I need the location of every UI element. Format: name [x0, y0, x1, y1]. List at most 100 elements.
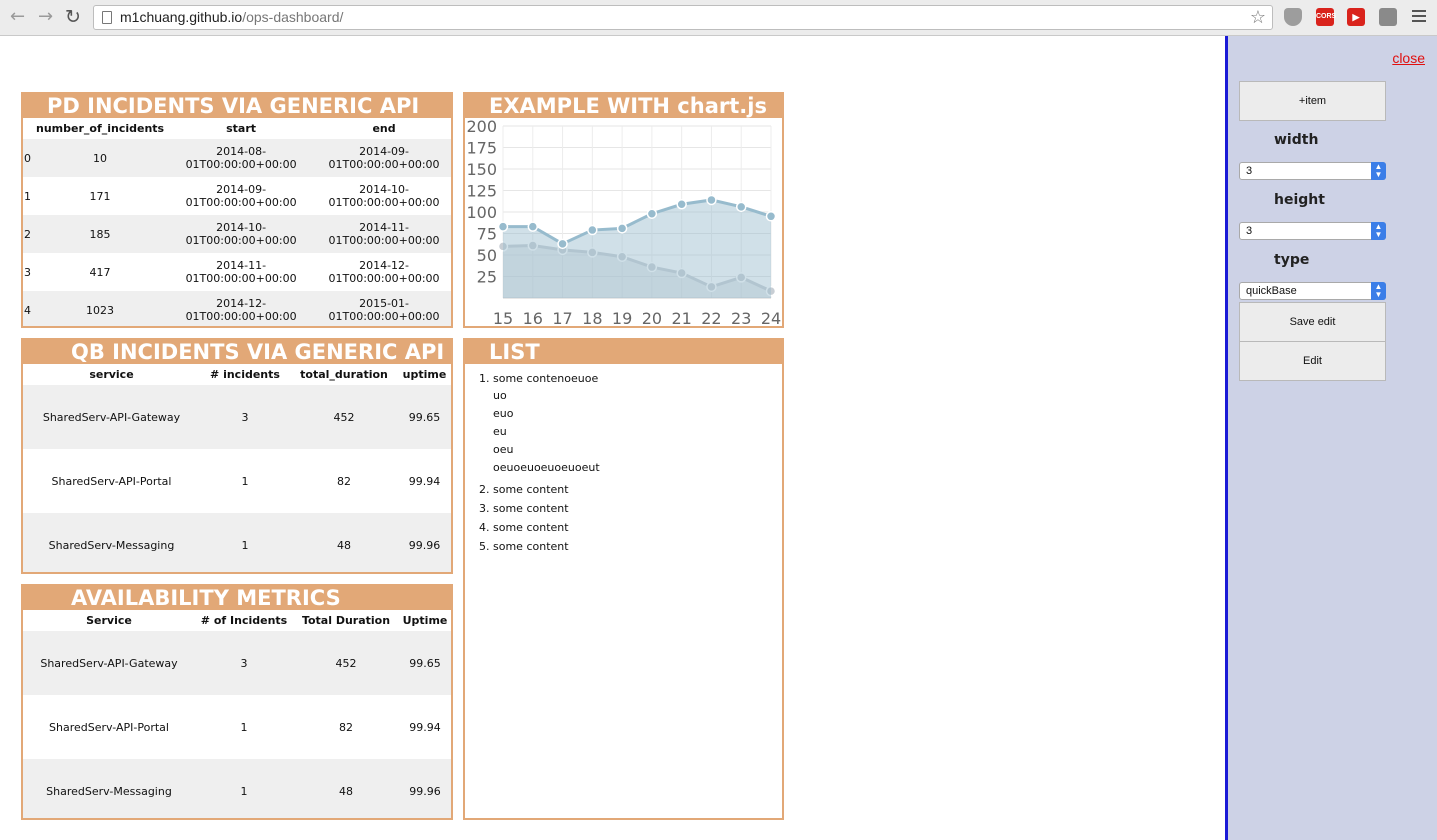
- x-tick-label: 22: [701, 309, 721, 326]
- data-point: [735, 201, 747, 213]
- data-point: [646, 208, 658, 219]
- panel-title: PD INCIDENTS VIA GENERIC API: [23, 94, 451, 118]
- cors-icon[interactable]: CORS: [1316, 8, 1336, 26]
- table-cell: 3: [200, 385, 290, 449]
- table-cell: 99.94: [408, 474, 441, 488]
- x-tick-label: 15: [493, 309, 513, 326]
- table-cell: 2014-10-01T00:00:00+00:00: [328, 183, 440, 209]
- table-cell: 4: [23, 291, 35, 326]
- table-cell: 3: [195, 631, 293, 695]
- table-row: 4 1023 2014-12-01T00:00:00+00:00 2015-01-01…: [23, 291, 451, 326]
- table-cell: 2014-11-01T00:00:00+00:00: [317, 215, 451, 253]
- select-arrows-icon: ▲ ▼: [1371, 162, 1386, 180]
- table-cell: 2014-09-01T00:00:00+00:00: [185, 183, 297, 209]
- back-icon[interactable]: ←: [10, 6, 25, 28]
- y-tick-label: 175: [466, 139, 497, 158]
- table-row: SharedServ-API-Gateway 3 452 99.65: [23, 385, 451, 449]
- list-item: some content: [493, 483, 782, 496]
- column-header: number_of_incidents: [35, 118, 166, 139]
- table-row: SharedServ-Messaging 1 48 99.96: [23, 513, 451, 572]
- table-row: 1 171 2014-09-01T00:00:00+00:00 2014-10-01T…: [23, 177, 451, 215]
- column-header: uptime: [398, 364, 451, 385]
- column-header: end: [317, 118, 451, 139]
- save-edit-button[interactable]: Save edit: [1239, 302, 1386, 342]
- column-header: service: [23, 364, 200, 385]
- width-label: width: [1274, 132, 1319, 148]
- x-tick-label: 18: [582, 309, 602, 326]
- y-tick-label: 150: [466, 160, 497, 179]
- table-cell: 1023: [35, 291, 166, 326]
- browser-toolbar: ← → ↻ m1chuang.github.io/ops-dashboard/ …: [0, 0, 1437, 36]
- table-row: SharedServ-API-Portal 1 82 99.94: [23, 695, 451, 759]
- area-chart: 200 175 150 125 100 75 50 25 15 16 17 18 19 20 21 22 23 2…: [465, 117, 781, 326]
- forward-icon[interactable]: →: [38, 6, 53, 28]
- sub-list-item: euo: [493, 407, 514, 420]
- data-point: [557, 238, 568, 250]
- list-panel: LIST some contenoeuoe uoeuoeuoeuoeuoeuoe…: [463, 338, 784, 820]
- select-arrows-icon: ▲ ▼: [1371, 282, 1386, 300]
- table-row: SharedServ-API-Portal 1 82 99.94: [23, 449, 451, 513]
- x-tick-label: 16: [523, 309, 543, 326]
- address-bar[interactable]: m1chuang.github.io/ops-dashboard/ ☆: [93, 5, 1273, 30]
- data-point: [706, 194, 717, 206]
- data-point: [676, 199, 687, 210]
- table-cell: 99.94: [409, 720, 441, 734]
- table-cell: 3: [24, 265, 31, 279]
- qb-incidents-panel: QB INCIDENTS VIA GENERIC API service # i…: [21, 338, 453, 574]
- table-cell: 2014-11-01T00:00:00+00:00: [185, 259, 297, 285]
- availability-panel: AVAILABILITY METRICS Service # of Incide…: [21, 584, 453, 820]
- height-label: height: [1274, 192, 1325, 208]
- width-select[interactable]: 3 ▲ ▼: [1239, 162, 1386, 180]
- chart-svg: 200 175 150 125 100 75 50 25 15 16 17 18 19 20 21 22 23 2…: [466, 117, 781, 326]
- ext-icon[interactable]: [1379, 8, 1397, 26]
- shield-icon[interactable]: [1284, 8, 1302, 26]
- panel-title: AVAILABILITY METRICS: [23, 586, 451, 610]
- table-cell: 99.96: [398, 513, 451, 572]
- type-label: type: [1274, 252, 1310, 268]
- column-header: [23, 118, 35, 139]
- type-select[interactable]: quickBase ▲ ▼: [1239, 282, 1386, 300]
- y-tick-label: 200: [466, 118, 497, 136]
- table-cell: SharedServ-API-Portal: [51, 474, 172, 488]
- data-point: [497, 221, 509, 232]
- x-tick-label: 19: [612, 309, 632, 326]
- add-item-button[interactable]: +item: [1239, 81, 1386, 121]
- series-area: [503, 199, 771, 298]
- height-select[interactable]: 3 ▲ ▼: [1239, 222, 1386, 240]
- edit-button[interactable]: Edit: [1239, 341, 1386, 381]
- reload-icon[interactable]: ↻: [65, 6, 81, 28]
- table-cell: 1: [241, 474, 249, 488]
- table-cell: 1: [24, 189, 31, 203]
- sub-list-item: uo: [493, 389, 507, 402]
- youtube-icon[interactable]: ▶: [1347, 8, 1365, 26]
- content-list: some contenoeuoe uoeuoeuoeuoeuoeuoeuoeuo…: [465, 364, 782, 553]
- select-arrows-icon: ▲ ▼: [1371, 222, 1386, 240]
- table-cell: 0: [23, 139, 35, 177]
- edit-sidebar: close +item width 3 ▲ ▼ height 3 ▲ ▼ type …: [1225, 36, 1437, 840]
- y-tick-label: 25: [477, 268, 497, 287]
- table-cell: 452: [293, 631, 399, 695]
- table-cell: 1: [195, 759, 293, 818]
- table-cell: 1: [240, 720, 248, 734]
- bookmark-star-icon[interactable]: ☆: [1250, 7, 1266, 28]
- list-item: some content: [493, 521, 782, 534]
- table-cell: 2: [23, 215, 35, 253]
- table-row: SharedServ-Messaging 1 48 99.96: [23, 759, 451, 818]
- x-tick-label: 23: [731, 309, 751, 326]
- close-link[interactable]: close: [1392, 50, 1425, 66]
- table-cell: 171: [89, 189, 111, 203]
- availability-table: Service # of Incidents Total Duration Up…: [23, 610, 451, 818]
- menu-icon[interactable]: [1412, 10, 1426, 25]
- list-item: some contenoeuoe uoeuoeuoeuoeuoeuoeuoeuo…: [493, 372, 782, 477]
- qb-incidents-table: service # incidents total_duration uptim…: [23, 364, 451, 572]
- y-tick-label: 75: [477, 225, 497, 244]
- table-cell: SharedServ-Messaging: [23, 759, 195, 818]
- data-point: [527, 221, 539, 232]
- sub-list-item: oeuoeuoeuoeuoeut: [493, 461, 600, 474]
- table-cell: 99.65: [398, 385, 451, 449]
- sub-list-item: eu: [493, 425, 507, 438]
- y-tick-label: 50: [477, 246, 497, 265]
- x-tick-label: 21: [671, 309, 691, 326]
- table-cell: SharedServ-API-Portal: [49, 720, 169, 734]
- page-icon: [102, 11, 112, 24]
